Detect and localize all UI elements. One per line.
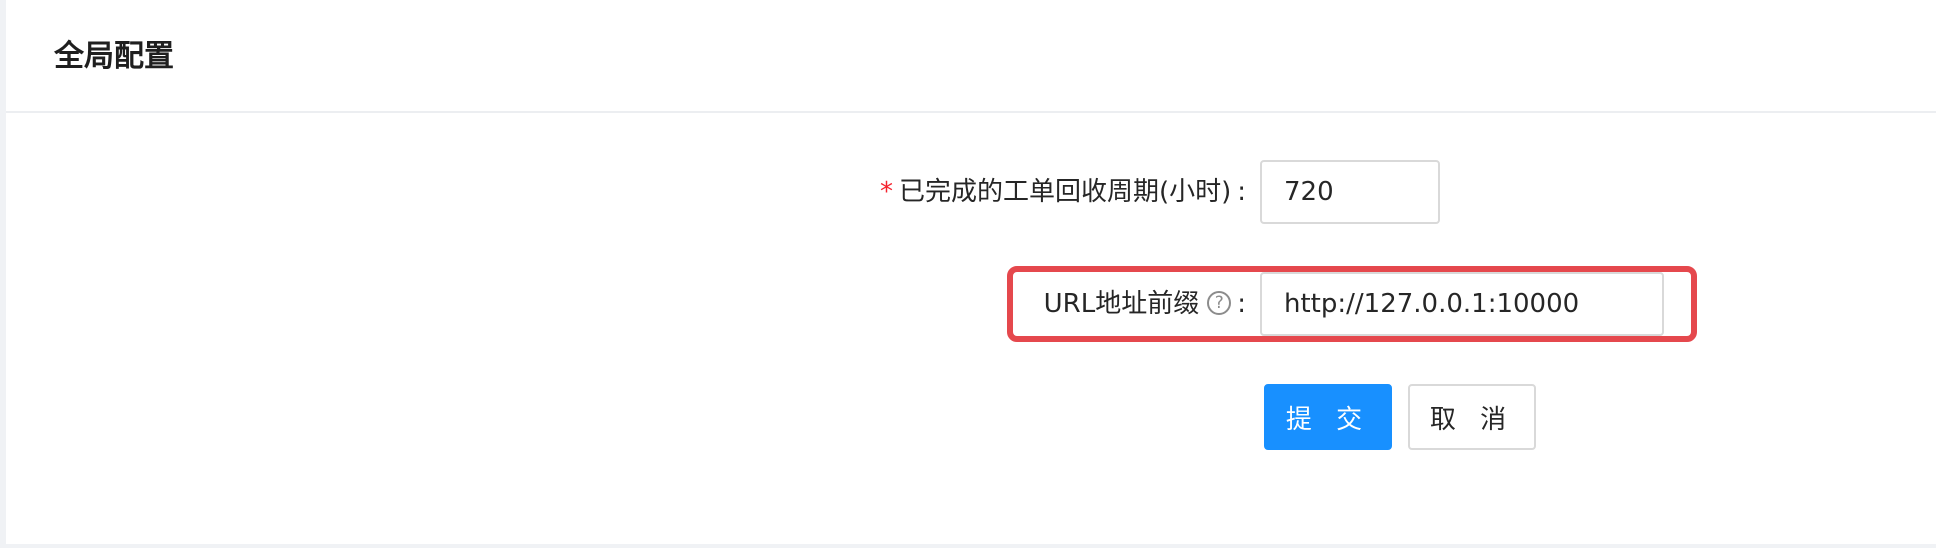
form-item-url-prefix: URL地址前缀?:	[6, 272, 1936, 336]
url-prefix-label-text: URL地址前缀	[1043, 289, 1200, 319]
recycle-period-label-text: 已完成的工单回收周期(小时)	[898, 177, 1232, 207]
form-item-recycle-period: * 已完成的工单回收周期(小时):	[6, 160, 1936, 224]
question-circle-icon[interactable]: ?	[1207, 290, 1232, 315]
card-header: 全局配置	[6, 0, 1936, 113]
submit-button[interactable]: 提 交	[1264, 384, 1392, 450]
required-mark: *	[879, 177, 893, 207]
page-title: 全局配置	[54, 39, 174, 74]
global-config-card: 全局配置 *已完成的工单回收周期(小时): URL地址前缀?: 提 交 取 消	[6, 0, 1936, 544]
recycle-period-label: * 已完成的工单回收周期(小时):	[880, 160, 1246, 224]
label-colon: :	[1237, 289, 1246, 319]
url-prefix-label: URL地址前缀?:	[1044, 272, 1246, 336]
url-prefix-input[interactable]	[1260, 272, 1664, 336]
recycle-period-input[interactable]	[1260, 160, 1440, 224]
cancel-button[interactable]: 取 消	[1408, 384, 1536, 450]
label-colon: :	[1237, 177, 1246, 207]
